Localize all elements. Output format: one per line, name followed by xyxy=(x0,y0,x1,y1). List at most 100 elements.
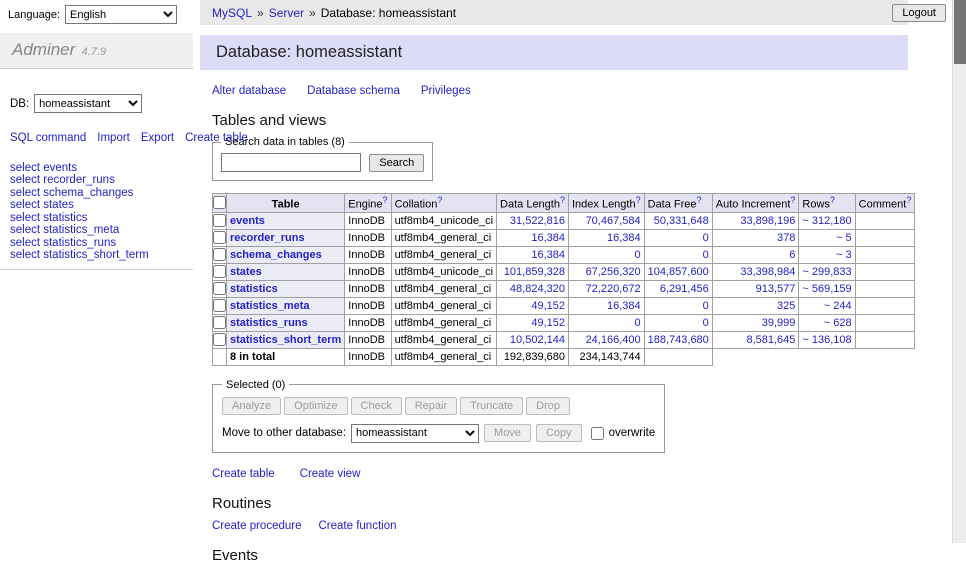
index-length-link[interactable]: 24,166,400 xyxy=(586,334,641,346)
sidebar-action-link[interactable]: Import xyxy=(97,132,130,144)
create-link[interactable]: Create table xyxy=(212,468,275,480)
selected-action-button[interactable]: Optimize xyxy=(284,397,347,415)
data-free-link[interactable]: 0 xyxy=(703,317,709,329)
sidebar-table-link[interactable]: select recorder_runs xyxy=(10,174,193,187)
index-length-link[interactable]: 0 xyxy=(635,249,641,261)
select-all-checkbox[interactable] xyxy=(213,196,226,209)
auto-increment-link[interactable]: 39,999 xyxy=(762,317,796,329)
data-free-link[interactable]: 104,857,600 xyxy=(648,266,709,278)
data-length-link[interactable]: 16,384 xyxy=(531,232,565,244)
table-name-link[interactable]: statistics_short_term xyxy=(230,334,341,346)
column-help-link[interactable]: ? xyxy=(697,195,702,205)
table-name-link[interactable]: statistics_meta xyxy=(230,300,310,312)
sidebar-table-link[interactable]: select statistics_meta xyxy=(10,224,193,237)
table-name-link[interactable]: events xyxy=(230,215,265,227)
data-free-link[interactable]: 50,331,648 xyxy=(654,215,709,227)
auto-increment-link[interactable]: 33,398,984 xyxy=(740,266,795,278)
row-select-checkbox[interactable] xyxy=(213,231,226,244)
data-length-link[interactable]: 10,502,144 xyxy=(510,334,565,346)
copy-button[interactable]: Copy xyxy=(536,424,582,442)
auto-increment-link[interactable]: 378 xyxy=(777,232,795,244)
vertical-scrollbar[interactable] xyxy=(952,0,966,543)
sidebar-table-link[interactable]: select schema_changes xyxy=(10,187,193,200)
language-select[interactable]: English xyxy=(65,5,177,24)
sidebar-table-link[interactable]: select states xyxy=(10,199,193,212)
selected-action-button[interactable]: Repair xyxy=(405,397,457,415)
move-button[interactable]: Move xyxy=(484,424,531,442)
data-free-link[interactable]: 188,743,680 xyxy=(648,334,709,346)
database-action-link[interactable]: Alter database xyxy=(212,85,286,97)
column-help-link[interactable]: ? xyxy=(636,195,641,205)
logout-button[interactable]: Logout xyxy=(892,4,946,22)
rows-link[interactable]: ~ 312,180 xyxy=(802,215,851,227)
app-name-link[interactable]: Adminer xyxy=(12,40,75,59)
routine-link[interactable]: Create function xyxy=(319,520,397,532)
table-name-link[interactable]: states xyxy=(230,266,262,278)
search-button[interactable]: Search xyxy=(369,154,424,172)
sidebar-table-link[interactable]: select statistics_short_term xyxy=(10,249,193,262)
row-select-checkbox[interactable] xyxy=(213,248,226,261)
auto-increment-link[interactable]: 6 xyxy=(789,249,795,261)
breadcrumb-mysql-link[interactable]: MySQL xyxy=(212,6,252,20)
column-help-link[interactable]: ? xyxy=(790,195,795,205)
row-select-checkbox[interactable] xyxy=(213,299,226,312)
database-action-link[interactable]: Privileges xyxy=(421,85,471,97)
index-length-link[interactable]: 70,467,584 xyxy=(586,215,641,227)
data-length-link[interactable]: 48,824,320 xyxy=(510,283,565,295)
rows-link[interactable]: ~ 136,108 xyxy=(802,334,851,346)
index-length-link[interactable]: 16,384 xyxy=(607,300,641,312)
table-name-link[interactable]: statistics xyxy=(230,283,278,295)
move-database-select[interactable]: homeassistant xyxy=(351,424,479,443)
scrollbar-thumb[interactable] xyxy=(954,0,966,64)
db-select[interactable]: homeassistant xyxy=(34,94,142,113)
column-help-link[interactable]: ? xyxy=(560,195,565,205)
row-select-checkbox[interactable] xyxy=(213,265,226,278)
rows-link[interactable]: ~ 299,833 xyxy=(802,266,851,278)
row-select-checkbox[interactable] xyxy=(213,333,226,346)
create-link[interactable]: Create view xyxy=(300,468,361,480)
sidebar-action-link[interactable]: Create table xyxy=(185,132,248,144)
sidebar-action-link[interactable]: SQL command xyxy=(10,132,86,144)
rows-link[interactable]: ~ 3 xyxy=(836,249,852,261)
rows-link[interactable]: ~ 628 xyxy=(824,317,852,329)
data-free-link[interactable]: 0 xyxy=(703,232,709,244)
table-name-link[interactable]: recorder_runs xyxy=(230,232,305,244)
rows-link[interactable]: ~ 5 xyxy=(836,232,852,244)
data-free-link[interactable]: 0 xyxy=(703,249,709,261)
index-length-link[interactable]: 72,220,672 xyxy=(586,283,641,295)
sidebar-table-link[interactable]: select statistics_runs xyxy=(10,237,193,250)
column-help-link[interactable]: ? xyxy=(906,195,911,205)
auto-increment-link[interactable]: 8,581,645 xyxy=(746,334,795,346)
rows-link[interactable]: ~ 244 xyxy=(824,300,852,312)
sidebar-table-link[interactable]: select statistics xyxy=(10,212,193,225)
index-length-link[interactable]: 16,384 xyxy=(607,232,641,244)
data-length-link[interactable]: 49,152 xyxy=(531,317,565,329)
search-input[interactable] xyxy=(221,153,361,172)
sidebar-action-link[interactable]: Export xyxy=(141,132,174,144)
row-select-checkbox[interactable] xyxy=(213,214,226,227)
row-select-checkbox[interactable] xyxy=(213,316,226,329)
selected-action-button[interactable]: Analyze xyxy=(222,397,281,415)
column-help-link[interactable]: ? xyxy=(437,195,442,205)
data-length-link[interactable]: 101,859,328 xyxy=(504,266,565,278)
rows-link[interactable]: ~ 569,159 xyxy=(802,283,851,295)
row-select-checkbox[interactable] xyxy=(213,282,226,295)
table-name-link[interactable]: schema_changes xyxy=(230,249,322,261)
auto-increment-link[interactable]: 325 xyxy=(777,300,795,312)
routine-link[interactable]: Create procedure xyxy=(212,520,302,532)
sidebar-table-link[interactable]: select events xyxy=(10,162,193,175)
database-action-link[interactable]: Database schema xyxy=(307,85,400,97)
column-help-link[interactable]: ? xyxy=(830,195,835,205)
breadcrumb-server-link[interactable]: Server xyxy=(269,6,304,20)
table-name-link[interactable]: statistics_runs xyxy=(230,317,308,329)
data-length-link[interactable]: 49,152 xyxy=(531,300,565,312)
index-length-link[interactable]: 0 xyxy=(635,317,641,329)
auto-increment-link[interactable]: 913,577 xyxy=(756,283,796,295)
auto-increment-link[interactable]: 33,898,196 xyxy=(740,215,795,227)
column-help-link[interactable]: ? xyxy=(383,195,388,205)
selected-action-button[interactable]: Check xyxy=(351,397,402,415)
selected-action-button[interactable]: Truncate xyxy=(460,397,523,415)
index-length-link[interactable]: 67,256,320 xyxy=(586,266,641,278)
overwrite-checkbox[interactable] xyxy=(591,427,604,440)
data-length-link[interactable]: 16,384 xyxy=(531,249,565,261)
